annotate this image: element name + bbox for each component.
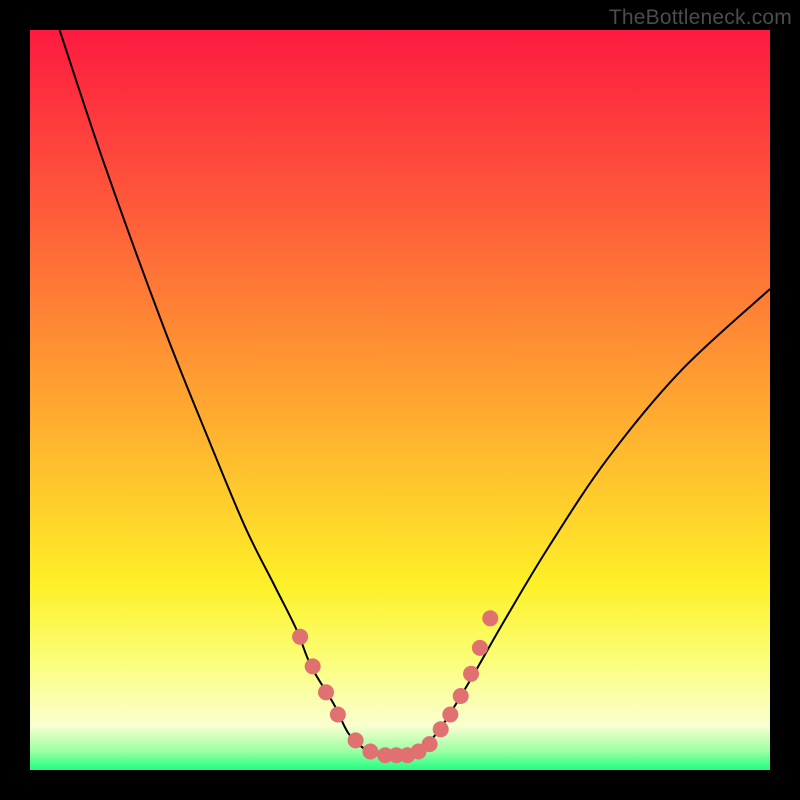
data-marker [318, 684, 334, 700]
data-marker [330, 707, 346, 723]
data-marker [422, 736, 438, 752]
bottleneck-curve [60, 30, 770, 756]
data-marker [433, 721, 449, 737]
data-marker [453, 688, 469, 704]
data-marker [442, 707, 458, 723]
data-marker [482, 610, 498, 626]
watermark-text: TheBottleneck.com [609, 6, 792, 30]
data-marker [305, 658, 321, 674]
data-marker [472, 640, 488, 656]
data-marker [463, 666, 479, 682]
data-marker [292, 629, 308, 645]
data-marker [362, 744, 378, 760]
data-marker [348, 732, 364, 748]
chart-svg [30, 30, 770, 770]
chart-stage: TheBottleneck.com [0, 0, 800, 800]
plot-area [30, 30, 770, 770]
